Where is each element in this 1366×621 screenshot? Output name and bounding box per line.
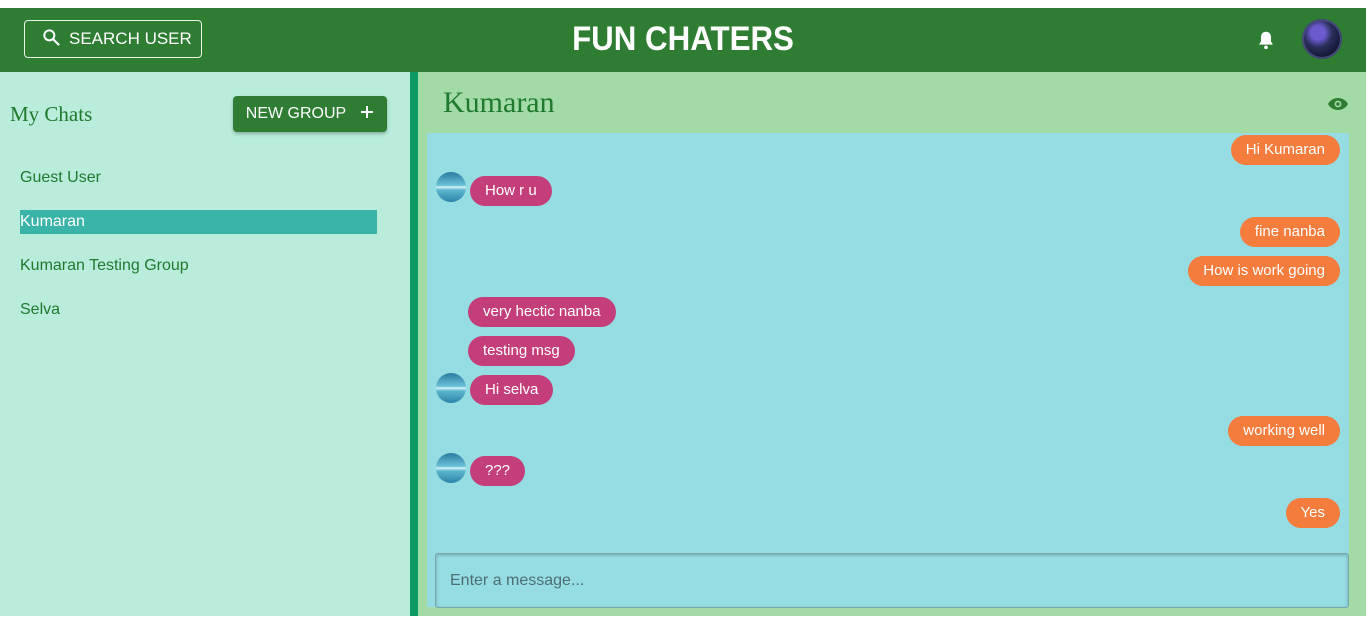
messages-area: Hi Kumaran How r u fine nanba How is wor… (427, 133, 1349, 607)
chat-list: Guest User Kumaran Kumaran Testing Group… (20, 166, 377, 342)
message-bubble: fine nanba (1239, 217, 1340, 247)
panel-divider (410, 72, 418, 616)
new-group-button[interactable]: NEW GROUP (233, 96, 387, 132)
plus-icon (360, 105, 374, 124)
sidebar: My Chats NEW GROUP Guest User Kumaran Ku… (0, 72, 410, 616)
sender-avatar (436, 453, 466, 483)
chat-item-kumaran-testing-group[interactable]: Kumaran Testing Group (20, 254, 377, 278)
app-header: SEARCH USER FUN CHATERS (0, 8, 1366, 72)
message-bubble: Yes (1285, 498, 1340, 528)
message-input[interactable]: Enter a message... (435, 553, 1349, 608)
chat-item-guest-user[interactable]: Guest User (20, 166, 377, 190)
sender-avatar (436, 373, 466, 403)
app-title: FUN CHATERS (572, 20, 794, 58)
message-bubble: ??? (470, 456, 526, 486)
chat-item-kumaran[interactable]: Kumaran (20, 210, 377, 234)
chat-panel: Kumaran Hi Kumaran How r u fine nanba Ho… (418, 72, 1366, 616)
message-bubble: How is work going (1188, 256, 1340, 286)
message-bubble: testing msg (468, 336, 575, 366)
message-bubble: Hi selva (470, 375, 554, 405)
top-strip (0, 0, 1366, 8)
new-group-label: NEW GROUP (245, 105, 347, 122)
message-bubble: Hi Kumaran (1230, 135, 1340, 165)
eye-icon[interactable] (1326, 92, 1350, 116)
chat-title: Kumaran (443, 86, 555, 119)
bottom-strip (0, 616, 1366, 621)
chat-item-selva[interactable]: Selva (20, 298, 377, 322)
message-bubble: very hectic nanba (468, 297, 616, 327)
my-chats-title: My Chats (10, 102, 93, 126)
bell-icon[interactable] (1255, 28, 1277, 52)
sender-avatar (436, 172, 466, 202)
user-avatar[interactable] (1302, 19, 1342, 59)
message-bubble: How r u (470, 176, 552, 206)
message-bubble: working well (1228, 416, 1340, 446)
